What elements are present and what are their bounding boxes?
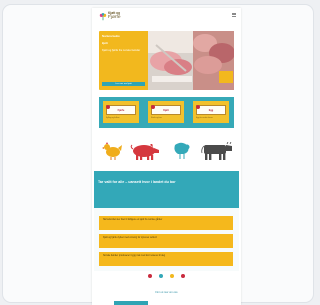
carousel-dot-2[interactable] — [159, 274, 163, 278]
hero-panel: Nortura bedre kjøtt Kjøtt og fjørfe fra … — [99, 31, 149, 90]
promo-banner: Tar valit for alle – uansett hvor i land… — [94, 171, 239, 208]
chicken-icon[interactable] — [102, 142, 122, 160]
carousel-dot-3[interactable] — [170, 274, 174, 278]
tile-caption: Storfe og lam — [151, 117, 162, 119]
meat-photo-2 — [193, 31, 234, 90]
hero-line-3: Kjøtt og fjørfe fra norske bønder — [102, 49, 141, 52]
hero-line-2: kjøtt — [102, 42, 108, 45]
tile-label: Egg — [208, 109, 214, 112]
website-thumbnail[interactable]: Kjøtt og Fjørfe Nortura bedre kjøtt Kjøt… — [92, 8, 241, 305]
info-bar-3[interactable]: Norske bønder produserer trygg mat med k… — [99, 252, 233, 266]
carousel-dot-4[interactable] — [181, 274, 185, 278]
hero-cta-button[interactable]: Les mer om kjøtt — [102, 82, 145, 86]
cow-icon[interactable] — [201, 142, 233, 160]
menu-icon[interactable] — [232, 13, 236, 17]
info-bar-2[interactable]: Kjøtt og fjørfe dyrket med omsorg for dy… — [99, 234, 233, 248]
tile-label: Kjøtt — [163, 109, 169, 112]
logo-icon[interactable] — [99, 13, 107, 21]
more-link[interactable]: Finn ut mer om oss — [92, 291, 241, 294]
category-tile-1[interactable]: Fjørfe Kylling og kalkun — [103, 101, 139, 123]
tile-label: Fjørfe — [117, 109, 125, 112]
category-band: Fjørfe Kylling og kalkun Kjøtt Storfe og… — [99, 97, 234, 128]
tile-caption: Kylling og kalkun — [106, 117, 120, 119]
hero-line-1: Nortura bedre — [102, 35, 120, 38]
brand-big: Fjørfe — [108, 14, 121, 20]
turkey-icon[interactable] — [172, 142, 192, 160]
pig-icon[interactable] — [130, 144, 160, 160]
carousel-dots — [146, 273, 188, 279]
brand-name[interactable]: Kjøtt og Fjørfe — [108, 11, 121, 20]
carousel-dot-1[interactable] — [148, 274, 152, 278]
tile-caption: Egg fra norske høner — [196, 117, 213, 119]
meat-photo-1 — [148, 31, 194, 90]
footer-button[interactable] — [114, 301, 148, 305]
promo-banner-text: Tar valit for alle – uansett hvor i land… — [98, 180, 176, 184]
category-tile-3[interactable]: Egg Egg fra norske høner — [193, 101, 229, 123]
info-bar-1[interactable]: Skrivebordet sier livet til tidligere en… — [99, 216, 233, 230]
category-tile-2[interactable]: Kjøtt Storfe og lam — [148, 101, 184, 123]
site-header: Kjøtt og Fjørfe — [92, 8, 241, 28]
